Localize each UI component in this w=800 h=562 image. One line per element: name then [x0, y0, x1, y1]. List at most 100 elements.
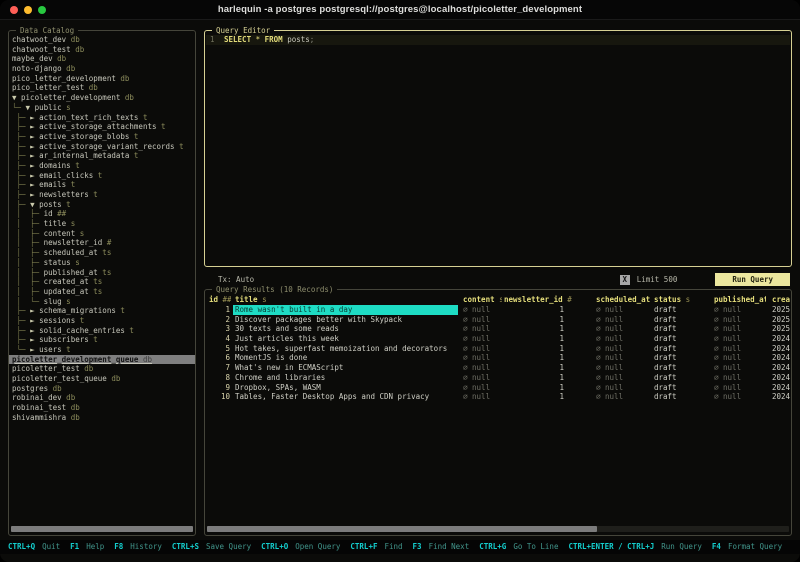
tree-item-public[interactable]: └─ ▼ public s	[9, 103, 195, 113]
table-cell[interactable]: ∅ null	[580, 344, 652, 354]
shortcut-open-query[interactable]: CTRL+OOpen Query	[261, 542, 340, 552]
chevron-collapsed-icon[interactable]: ►	[30, 306, 39, 315]
tree-item-published_at[interactable]: │ ├─ published_at ts	[9, 268, 195, 278]
tree-item-picoletter_development[interactable]: ▼ picoletter_development db	[9, 93, 195, 103]
shortcut-find[interactable]: CTRL+FFind	[350, 542, 402, 552]
table-cell[interactable]: draft	[654, 334, 694, 344]
results-scrollbar-thumb[interactable]	[207, 526, 597, 532]
table-row[interactable]: 5Hot takes, superfast memoization and de…	[207, 344, 790, 354]
tree-item-robinai_dev[interactable]: robinai_dev db	[9, 393, 195, 403]
limit-label[interactable]: Limit 500	[637, 275, 678, 285]
table-cell[interactable]: 30 texts and some reads	[233, 324, 458, 334]
table-cell[interactable]: 2	[207, 315, 231, 325]
table-cell[interactable]: ∅ null	[460, 383, 502, 393]
table-cell[interactable]: ∅ null	[460, 373, 502, 383]
transaction-mode-label[interactable]: Tx: Auto	[204, 275, 254, 285]
tree-item-domains[interactable]: ├─ ► domains t	[9, 161, 195, 171]
tree-item-noto-django[interactable]: noto-django db	[9, 64, 195, 74]
table-cell[interactable]: draft	[654, 353, 694, 363]
table-cell[interactable]: ∅ null	[696, 353, 766, 363]
tree-item-active_storage_variant_records[interactable]: ├─ ► active_storage_variant_records t	[9, 142, 195, 152]
tree-item-subscribers[interactable]: ├─ ► subscribers t	[9, 335, 195, 345]
tree-item-status[interactable]: │ ├─ status s	[9, 258, 195, 268]
table-row[interactable]: 1Rome wasn't built in a day∅ null1∅ null…	[207, 305, 790, 315]
chevron-collapsed-icon[interactable]: ►	[30, 151, 39, 160]
table-cell[interactable]: 1	[504, 324, 578, 334]
table-cell[interactable]: Rome wasn't built in a day	[233, 305, 458, 315]
table-cell[interactable]: 1	[504, 353, 578, 363]
table-cell[interactable]: ∅ null	[696, 383, 766, 393]
table-cell[interactable]: 1	[504, 373, 578, 383]
chevron-collapsed-icon[interactable]: ►	[30, 142, 39, 151]
table-row[interactable]: 10Tables, Faster Desktop Apps and CDN pr…	[207, 392, 790, 402]
tree-item-id[interactable]: │ ├─ id ##	[9, 209, 195, 219]
chevron-collapsed-icon[interactable]: ►	[30, 326, 39, 335]
table-row[interactable]: 2Discover packages better with Skypack∅ …	[207, 315, 790, 325]
table-cell[interactable]: MomentJS is done	[233, 353, 458, 363]
table-cell[interactable]: 1	[504, 305, 578, 315]
shortcut-help[interactable]: F1Help	[70, 542, 104, 552]
tree-item-active_storage_attachments[interactable]: ├─ ► active_storage_attachments t	[9, 122, 195, 132]
chevron-collapsed-icon[interactable]: ►	[30, 335, 39, 344]
table-cell[interactable]: Chrome and libraries	[233, 373, 458, 383]
chevron-collapsed-icon[interactable]: ►	[30, 171, 39, 180]
tree-item-slug[interactable]: │ └─ slug s	[9, 297, 195, 307]
table-cell[interactable]: ∅ null	[696, 315, 766, 325]
table-cell[interactable]: ∅ null	[696, 363, 766, 373]
table-row[interactable]: 4Just articles this week∅ null1∅ nulldra…	[207, 334, 790, 344]
table-cell[interactable]: draft	[654, 305, 694, 315]
table-cell[interactable]: 2024	[768, 383, 790, 393]
table-cell[interactable]: ∅ null	[460, 392, 502, 402]
table-row[interactable]: 7What's new in ECMAScript∅ null1∅ nulldr…	[207, 363, 790, 373]
table-cell[interactable]: ∅ null	[580, 363, 652, 373]
tree-item-newsletters[interactable]: ├─ ► newsletters t	[9, 190, 195, 200]
tree-item-ar_internal_metadata[interactable]: ├─ ► ar_internal_metadata t	[9, 151, 195, 161]
zoom-window-button[interactable]	[38, 6, 46, 14]
table-row[interactable]: 9Dropbox, SPAs, WASM∅ null1∅ nulldraft∅ …	[207, 383, 790, 393]
table-cell[interactable]: ∅ null	[460, 315, 502, 325]
tree-item-users[interactable]: └─ ► users t	[9, 345, 195, 355]
tree-item-picoletter_development_queue[interactable]: picoletter_development_queue db	[9, 355, 195, 365]
table-cell[interactable]: 7	[207, 363, 231, 373]
table-cell[interactable]: ∅ null	[580, 353, 652, 363]
table-cell[interactable]: ∅ null	[580, 315, 652, 325]
tree-item-updated_at[interactable]: │ ├─ updated_at ts	[9, 287, 195, 297]
limit-checkbox[interactable]: X	[620, 275, 630, 285]
table-cell[interactable]: Discover packages better with Skypack	[233, 315, 458, 325]
table-cell[interactable]: Tables, Faster Desktop Apps and CDN priv…	[233, 392, 458, 402]
table-cell[interactable]: ∅ null	[580, 334, 652, 344]
table-cell[interactable]: 10	[207, 392, 231, 402]
table-cell[interactable]: 2024	[768, 373, 790, 383]
chevron-collapsed-icon[interactable]: ►	[30, 190, 39, 199]
tree-item-posts[interactable]: ├─ ▼ posts t	[9, 200, 195, 210]
table-cell[interactable]: ∅ null	[460, 344, 502, 354]
chevron-expanded-icon[interactable]: ▼	[26, 103, 35, 112]
table-cell[interactable]: ∅ null	[580, 324, 652, 334]
table-cell[interactable]: ∅ null	[460, 305, 502, 315]
minimize-window-button[interactable]	[24, 6, 32, 14]
tree-item-solid_cache_entries[interactable]: ├─ ► solid_cache_entries t	[9, 326, 195, 336]
table-cell[interactable]: Just articles this week	[233, 334, 458, 344]
column-header-published_at[interactable]: published_at ts	[696, 295, 766, 305]
table-cell[interactable]: 2024	[768, 334, 790, 344]
tree-item-schema_migrations[interactable]: ├─ ► schema_migrations t	[9, 306, 195, 316]
tree-item-robinai_test[interactable]: robinai_test db	[9, 403, 195, 413]
chevron-expanded-icon[interactable]: ▼	[12, 93, 21, 102]
tree-item-picoletter_test_queue[interactable]: picoletter_test_queue db	[9, 374, 195, 384]
table-cell[interactable]: ∅ null	[460, 334, 502, 344]
table-cell[interactable]: 5	[207, 344, 231, 354]
table-row[interactable]: 330 texts and some reads∅ null1∅ nulldra…	[207, 324, 790, 334]
column-header-status[interactable]: status s	[654, 295, 694, 305]
column-header-scheduled_at[interactable]: scheduled_at ts	[580, 295, 652, 305]
table-cell[interactable]: 1	[504, 392, 578, 402]
table-cell[interactable]: Dropbox, SPAs, WASM	[233, 383, 458, 393]
table-cell[interactable]: 2024	[768, 353, 790, 363]
tree-item-picoletter_test[interactable]: picoletter_test db	[9, 364, 195, 374]
table-cell[interactable]: ∅ null	[580, 305, 652, 315]
table-cell[interactable]: ∅ null	[580, 392, 652, 402]
table-cell[interactable]: 8	[207, 373, 231, 383]
table-cell[interactable]: 1	[504, 363, 578, 373]
table-cell[interactable]: draft	[654, 383, 694, 393]
chevron-collapsed-icon[interactable]: ►	[30, 122, 39, 131]
table-cell[interactable]: draft	[654, 344, 694, 354]
